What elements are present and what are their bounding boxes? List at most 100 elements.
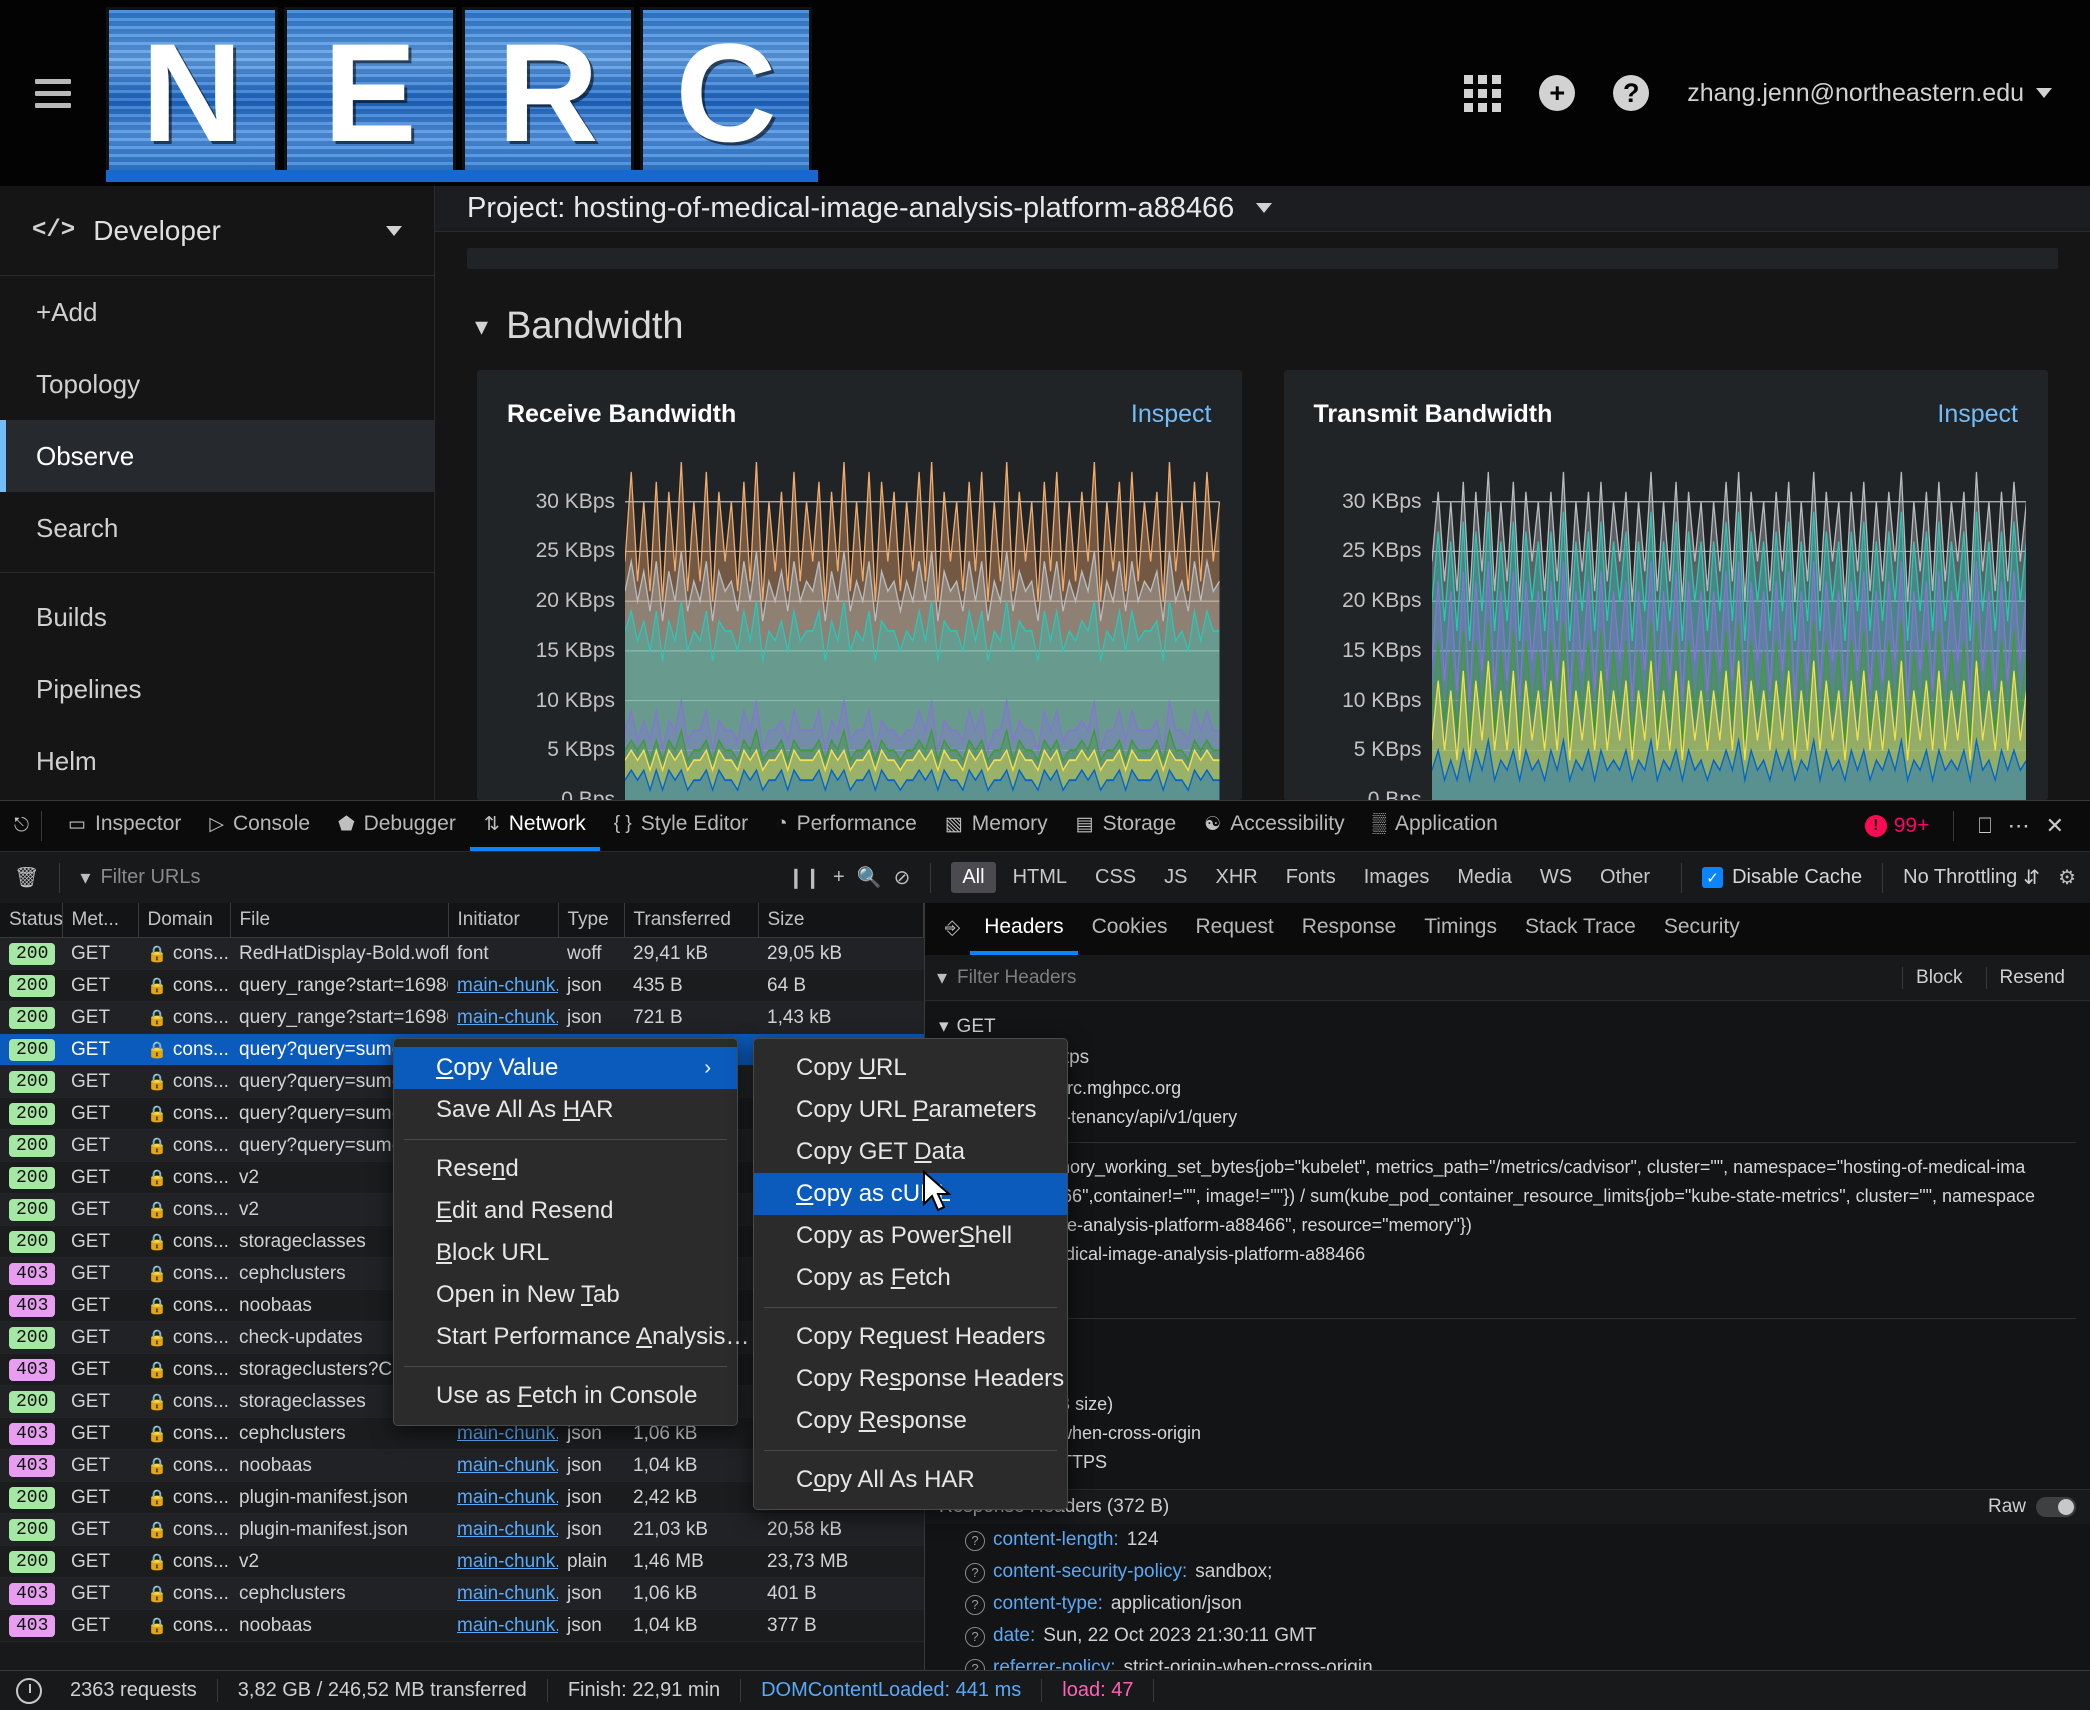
plus-icon[interactable]: +: [833, 866, 845, 889]
devtools-tab-memory[interactable]: ▧ Memory: [931, 801, 1062, 851]
table-row[interactable]: 200 GET🔒cons...query_range?start=16980084…: [0, 1001, 924, 1034]
initiator-link[interactable]: main-chunk...: [457, 975, 558, 996]
column-header[interactable]: Size: [758, 903, 924, 938]
menu-item-start-performance-analysis[interactable]: Start Performance Analysis…: [394, 1316, 749, 1358]
filter-urls-input[interactable]: ▾ Filter URLs: [80, 865, 775, 890]
throttling-select[interactable]: No Throttling ⇵: [1903, 865, 2040, 890]
devtools-tab-storage[interactable]: ▤ Storage: [1062, 801, 1191, 851]
initiator-link[interactable]: main-chunk...: [457, 1487, 558, 1508]
table-row[interactable]: 200 GET🔒cons...v2 main-chunk...plain1,46 M…: [0, 1545, 924, 1578]
plus-circle-icon[interactable]: +: [1539, 75, 1576, 111]
trash-icon[interactable]: 🗑: [14, 865, 39, 890]
type-filter-css[interactable]: CSS: [1084, 862, 1147, 893]
menu-item-use-as-fetch-in-console[interactable]: Use as Fetch in Console: [394, 1375, 737, 1417]
apps-grid-icon[interactable]: [1464, 74, 1502, 112]
details-tab-security[interactable]: Security: [1650, 903, 1754, 955]
initiator-link[interactable]: main-chunk...: [457, 1455, 558, 1476]
table-row[interactable]: 403 GET🔒cons...cephclusters main-chunk...j…: [0, 1577, 924, 1610]
menu-item-resend[interactable]: Resend: [394, 1148, 737, 1190]
menu-item-copy-as-fetch[interactable]: Copy as Fetch: [754, 1257, 1067, 1299]
sidebar-item-helm[interactable]: Helm: [0, 725, 434, 797]
disable-cache-toggle[interactable]: ✓ Disable Cache: [1702, 866, 1862, 889]
error-count-badge[interactable]: ! 99+: [1864, 814, 1929, 838]
details-tab-timings[interactable]: Timings: [1410, 903, 1511, 955]
type-filter-xhr[interactable]: XHR: [1204, 862, 1268, 893]
help-icon[interactable]: ?: [965, 1626, 985, 1647]
devtools-tab-application[interactable]: ▒ Application: [1359, 801, 1512, 851]
sidebar-item-search[interactable]: Search: [0, 492, 434, 564]
details-tab-stack-trace[interactable]: Stack Trace: [1511, 903, 1650, 955]
initiator-link[interactable]: main-chunk...: [457, 1615, 558, 1636]
menu-item-block-url[interactable]: Block URL: [394, 1232, 737, 1274]
menu-item-copy-url-parameters[interactable]: Copy URL Parameters: [754, 1089, 1067, 1131]
initiator-cell[interactable]: main-chunk...: [448, 1609, 558, 1642]
bandwidth-section-header[interactable]: ▾ Bandwidth: [435, 269, 2090, 370]
devtools-tab-style-editor[interactable]: { } Style Editor: [600, 801, 762, 851]
sidebar-item-observe[interactable]: Observe: [0, 420, 434, 492]
search-icon[interactable]: 🔍: [857, 865, 882, 890]
column-header[interactable]: File: [230, 903, 449, 938]
initiator-cell[interactable]: main-chunk...: [448, 1545, 558, 1578]
help-circle-icon[interactable]: ?: [1613, 75, 1650, 111]
initiator-cell[interactable]: main-chunk...: [448, 1577, 558, 1610]
table-row[interactable]: 403 GET🔒cons...noobaas main-chunk...json1,…: [0, 1609, 924, 1642]
devtools-tab-performance[interactable]: ◔ Performance: [762, 801, 931, 851]
sidebar-item-builds[interactable]: Builds: [0, 581, 434, 653]
details-tab-headers[interactable]: Headers: [970, 903, 1078, 955]
user-menu[interactable]: zhang.jenn@northeastern.edu: [1687, 79, 2052, 108]
initiator-cell[interactable]: main-chunk...: [448, 1001, 558, 1034]
menu-item-edit-and-resend[interactable]: Edit and Resend: [394, 1190, 737, 1232]
help-icon[interactable]: ?: [965, 1594, 985, 1615]
filter-headers-placeholder[interactable]: Filter Headers: [957, 967, 1892, 989]
type-filter-media[interactable]: Media: [1446, 862, 1522, 893]
table-row[interactable]: 200 GET 🔒 cons... plugin-manifest.json main-c…: [0, 1513, 924, 1546]
menu-item-copy-all-as-har[interactable]: Copy All As HAR: [754, 1459, 1067, 1501]
column-header[interactable]: Transferred: [624, 903, 759, 938]
column-header[interactable]: Met...: [62, 903, 139, 938]
devtools-tab-inspector[interactable]: ▭ Inspector: [54, 801, 195, 851]
menu-item-copy-get-data[interactable]: Copy GET Data: [754, 1131, 1067, 1173]
column-header[interactable]: Initiator: [448, 903, 559, 938]
help-icon[interactable]: ?: [965, 1658, 985, 1670]
menu-item-copy-url[interactable]: Copy URL: [754, 1047, 1067, 1089]
menu-item-copy-value[interactable]: Copy Value ›: [394, 1047, 737, 1089]
menu-item-copy-response[interactable]: Copy Response: [754, 1400, 1067, 1442]
sidebar-toggle-icon[interactable]: ⎆: [937, 918, 968, 940]
perspective-switcher[interactable]: </> Developer: [0, 186, 434, 276]
type-filter-other[interactable]: Other: [1589, 862, 1661, 893]
picker-icon[interactable]: ⎋: [14, 815, 29, 837]
column-header[interactable]: Status: [0, 903, 63, 938]
sidebar-item-add[interactable]: +Add: [0, 276, 434, 348]
inspect-link[interactable]: Inspect: [1131, 400, 1212, 429]
close-icon[interactable]: ✕: [2046, 813, 2064, 839]
initiator-cell[interactable]: main-chunk...: [448, 969, 558, 1002]
type-filter-all[interactable]: All: [951, 862, 996, 893]
hamburger-menu-icon[interactable]: [0, 78, 106, 108]
initiator-link[interactable]: main-chunk...: [457, 1007, 558, 1028]
responsive-design-mode-icon[interactable]: ⎕: [1978, 813, 1991, 839]
menu-item-open-in-new-tab[interactable]: Open in New Tab: [394, 1274, 737, 1316]
devtools-tab-accessibility[interactable]: ☯ Accessibility: [1190, 801, 1358, 851]
column-header[interactable]: Type: [558, 903, 625, 938]
response-headers-section[interactable]: Response Headers (372 B) Raw: [925, 1489, 2090, 1524]
type-filter-images[interactable]: Images: [1353, 862, 1441, 893]
details-tab-response[interactable]: Response: [1288, 903, 1411, 955]
block-button[interactable]: Block: [1902, 966, 1975, 989]
initiator-cell[interactable]: main-chunk...: [448, 1481, 558, 1514]
method-group-header[interactable]: ▾ GET: [925, 1011, 2090, 1042]
resend-button[interactable]: Resend: [1985, 966, 2079, 989]
initiator-link[interactable]: main-chunk...: [457, 1519, 558, 1540]
column-header[interactable]: Domain: [138, 903, 231, 938]
table-row[interactable]: 200 GET 🔒 cons... RedHatDisplay-Bold.woff2 fo…: [0, 938, 924, 970]
initiator-cell[interactable]: main-chunk...: [448, 1513, 558, 1546]
menu-item-copy-response-headers[interactable]: Copy Response Headers: [754, 1358, 1067, 1400]
initiator-link[interactable]: main-chunk...: [457, 1551, 558, 1572]
table-row[interactable]: 200 GET🔒cons...query_range?start=16980084…: [0, 969, 924, 1002]
details-tab-request[interactable]: Request: [1181, 903, 1287, 955]
details-tab-cookies[interactable]: Cookies: [1078, 903, 1182, 955]
type-filter-js[interactable]: JS: [1153, 862, 1198, 893]
devtools-tab-network[interactable]: ⇅ Network: [469, 801, 600, 851]
sidebar-item-pipelines[interactable]: Pipelines: [0, 653, 434, 725]
devtools-tab-console[interactable]: ▷ Console: [195, 801, 324, 851]
more-options-icon[interactable]: ⋯: [2008, 813, 2030, 839]
